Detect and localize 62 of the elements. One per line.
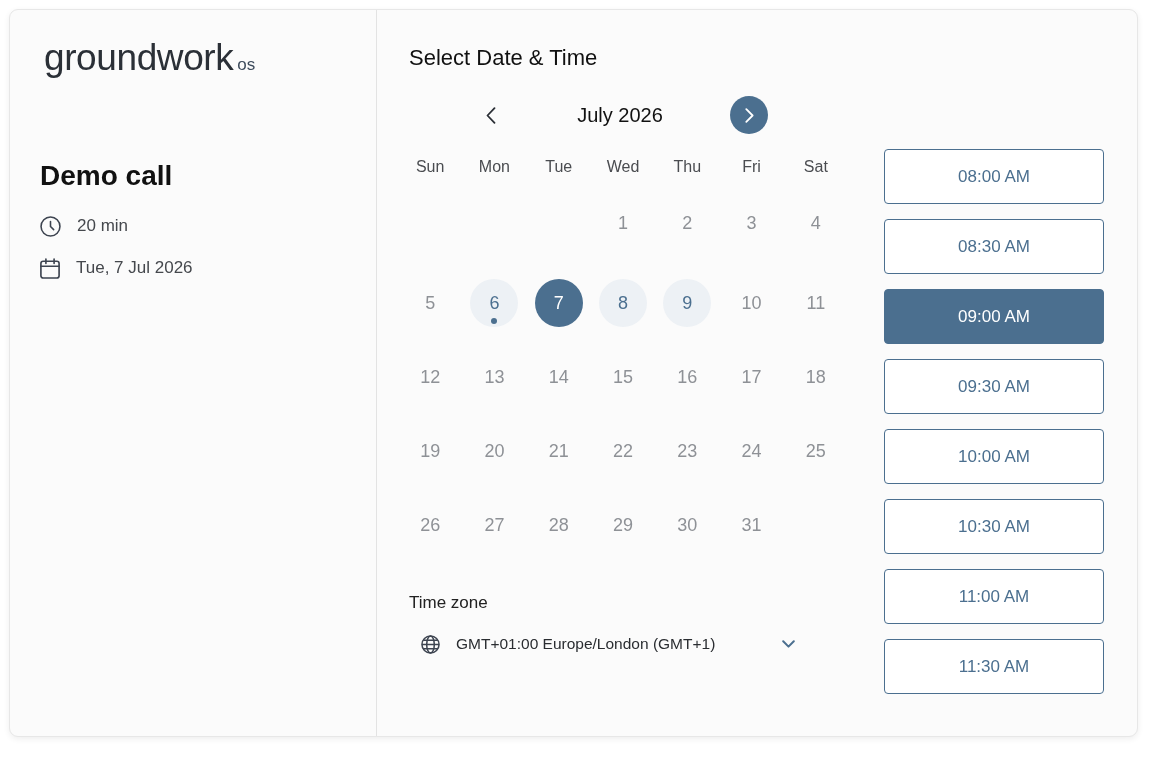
calendar-day: 11 <box>806 292 826 314</box>
month-title: July 2026 <box>576 103 664 128</box>
time-slot-button[interactable]: 09:00 AM <box>884 289 1104 344</box>
calendar-day: 25 <box>805 440 826 462</box>
calendar-day: 17 <box>741 366 762 388</box>
calendar-icon <box>40 257 60 279</box>
calendar-day: 24 <box>741 440 762 462</box>
next-month-button[interactable] <box>730 96 768 134</box>
duration-text: 20 min <box>77 215 129 238</box>
chevron-down-icon <box>782 640 795 648</box>
clock-icon <box>40 215 61 237</box>
time-zone-label: Time zone <box>408 593 489 613</box>
calendar-day: 30 <box>677 514 698 536</box>
weekday-label: Sat <box>803 157 828 177</box>
calendar-day: 5 <box>425 292 436 314</box>
calendar-day: 23 <box>677 440 698 462</box>
calendar-day: 26 <box>420 514 441 536</box>
calendar-day[interactable]: 8 <box>599 279 647 327</box>
weekday-label: Mon <box>478 157 510 177</box>
calendar-day[interactable]: 6 <box>470 279 519 327</box>
time-slot-button[interactable]: 08:30 AM <box>884 219 1104 274</box>
calendar-day: 19 <box>420 440 441 462</box>
calendar-day: 16 <box>677 366 698 388</box>
calendar-day: 15 <box>612 366 633 388</box>
calendar-day: 27 <box>484 514 505 536</box>
calendar-day: 3 <box>746 212 757 234</box>
weekday-label: Tue <box>545 157 573 177</box>
calendar-day: 28 <box>548 514 569 536</box>
time-slot-button[interactable]: 11:00 AM <box>884 569 1104 624</box>
time-slot-button[interactable]: 08:00 AM <box>884 149 1104 204</box>
logo-suffix: os <box>237 54 256 76</box>
calendar-day: 20 <box>484 440 505 462</box>
globe-icon <box>421 634 440 654</box>
calendar-day: 10 <box>741 292 762 314</box>
time-slot-button[interactable]: 10:30 AM <box>884 499 1104 554</box>
calendar-day[interactable]: 9 <box>663 279 712 327</box>
date-text: Tue, 7 Jul 2026 <box>76 257 193 280</box>
calendar-day: 22 <box>612 440 633 462</box>
time-slot-button[interactable]: 11:30 AM <box>884 639 1104 694</box>
event-title: Demo call <box>40 159 174 193</box>
calendar-day: 13 <box>484 366 505 388</box>
chevron-left-icon <box>486 106 496 124</box>
calendar-day: 29 <box>612 514 633 536</box>
calendar-day: 31 <box>741 514 762 536</box>
time-slot-button[interactable]: 10:00 AM <box>884 429 1104 484</box>
calendar-day: 1 <box>618 212 628 234</box>
calendar-day: 12 <box>420 366 441 388</box>
chevron-right-icon <box>744 107 754 123</box>
logo-wordmark: groundwork <box>44 38 234 78</box>
time-slot-button[interactable]: 09:30 AM <box>884 359 1104 414</box>
calendar-day: 14 <box>548 366 569 388</box>
calendar-day: 2 <box>682 212 693 234</box>
calendar-day: 21 <box>548 440 569 462</box>
weekday-label: Wed <box>606 157 640 177</box>
weekday-label: Sun <box>415 157 445 177</box>
time-zone-select[interactable]: GMT+01:00 Europe/London (GMT+1) <box>409 626 806 662</box>
calendar-day: 4 <box>810 212 821 234</box>
section-heading: Select Date & Time <box>408 44 599 72</box>
calendar-day[interactable]: 7 <box>534 279 583 327</box>
weekday-label: Fri <box>742 157 761 177</box>
weekday-label: Thu <box>673 157 702 177</box>
calendar-day: 18 <box>805 366 826 388</box>
